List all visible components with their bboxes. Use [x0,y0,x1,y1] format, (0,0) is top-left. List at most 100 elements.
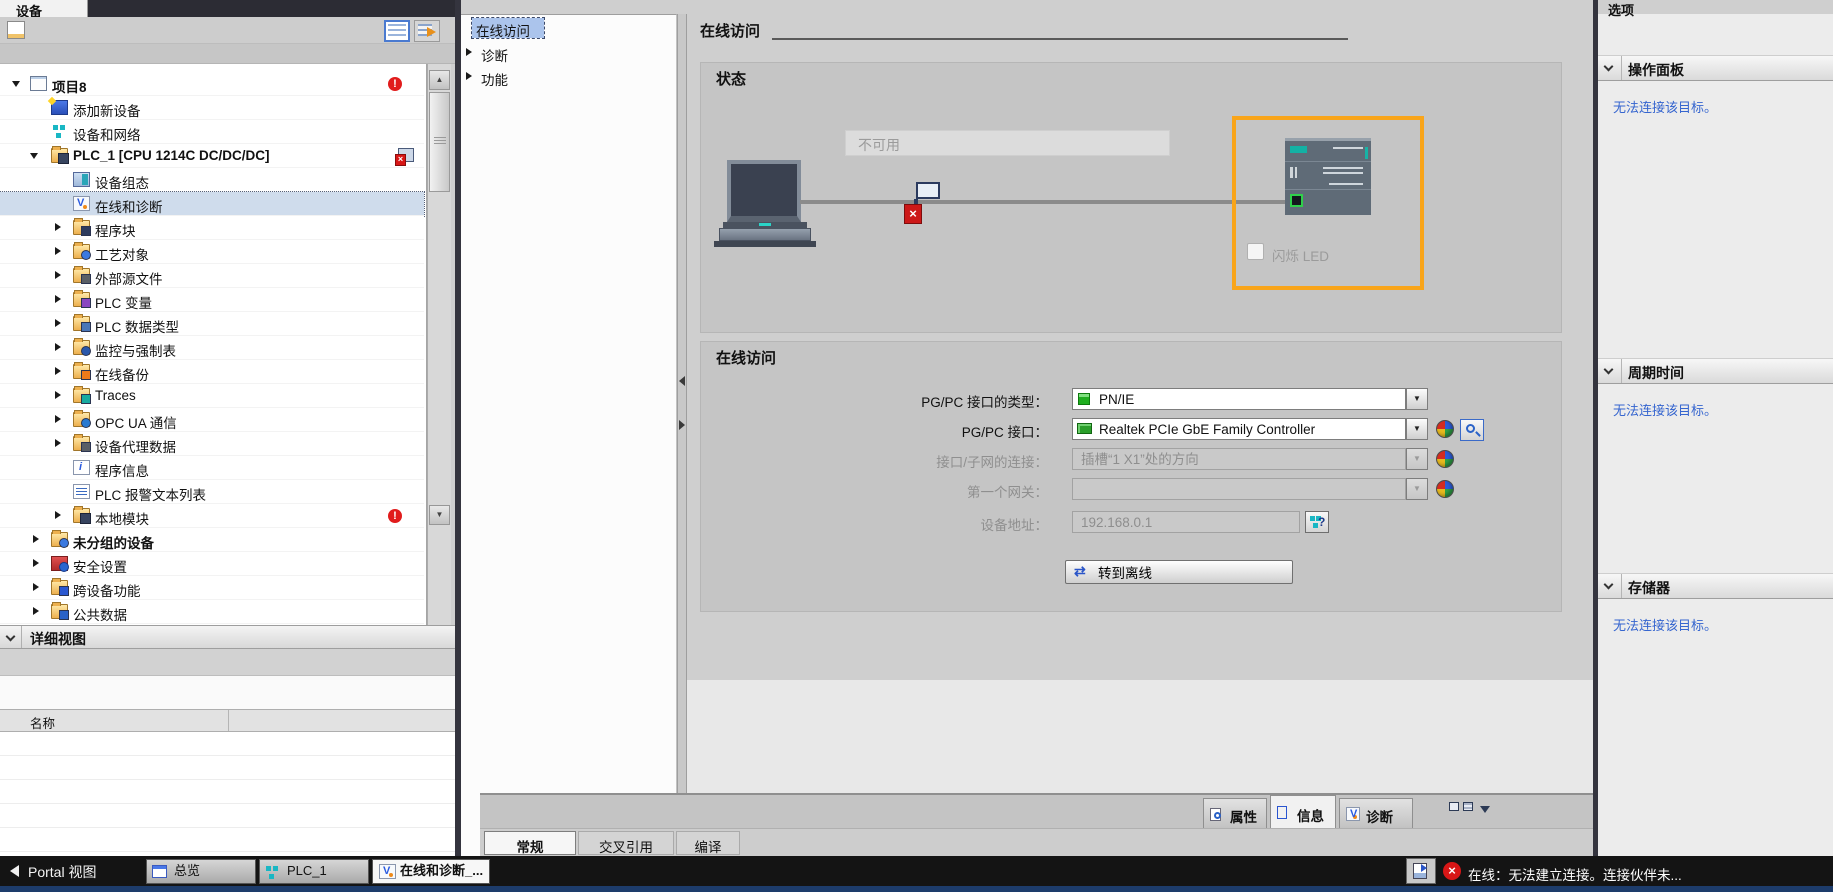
tree-item-watch-tables[interactable]: 监控与强制表 [0,336,424,360]
panel-menu-chevron-icon[interactable] [1480,806,1490,813]
gateway-dropdown-button: ▼ [1406,478,1428,500]
new-document-icon[interactable] [7,21,25,39]
flash-led-checkbox[interactable] [1247,243,1264,260]
scroll-down-button[interactable]: ▼ [429,505,450,525]
expand-right-icon[interactable] [55,367,61,375]
nav-item-diagnostics[interactable]: 诊断 [481,45,508,65]
expand-right-icon[interactable] [33,607,39,615]
collapse-chevron-icon[interactable] [1598,574,1622,598]
editor-button-plc1[interactable]: PLC_1 [259,859,369,884]
accessible-nodes-icon[interactable] [1436,450,1454,468]
expand-right-icon[interactable] [55,271,61,279]
tab-properties[interactable]: 属性 [1203,798,1267,828]
float-panel-icon[interactable] [1449,802,1459,811]
tree-item-alarm-text-lists[interactable]: PLC 报警文本列表 [0,480,424,504]
collapse-chevron-icon[interactable] [1598,359,1622,383]
network-node-icon [916,182,940,199]
accessible-devices-button[interactable]: ? [1305,511,1329,533]
expand-right-icon[interactable] [33,535,39,543]
portal-back-icon[interactable] [10,865,19,877]
table-view-toggle-button[interactable] [384,20,410,42]
nav-item-online-access[interactable]: 在线访问 [472,18,544,38]
go-offline-button[interactable]: ⇄转到离线 [1065,560,1293,584]
section-memory[interactable]: 存储器 [1598,573,1833,599]
expand-right-icon[interactable] [55,343,61,351]
subtab-cross-references[interactable]: 交叉引用 [578,831,674,855]
tab-devices[interactable]: 设备 [0,0,88,17]
expand-right-icon[interactable] [55,415,61,423]
interface-type-dropdown-button[interactable]: ▼ [1406,388,1428,410]
expand-right-icon[interactable] [466,48,472,56]
tree-item-plc-data-types[interactable]: PLC 数据类型 [0,312,424,336]
interface-dropdown-button[interactable]: ▼ [1406,418,1428,440]
section-cycle-time[interactable]: 周期时间 [1598,358,1833,384]
splitter[interactable] [677,14,687,793]
expand-right-icon[interactable] [679,420,685,430]
tree-item-ungrouped-devices[interactable]: 未分组的设备 [0,528,424,552]
status-panel [700,62,1562,333]
tree-item-external-sources[interactable]: 外部源文件 [0,264,424,288]
collapse-chevron-icon[interactable] [1598,56,1622,80]
watch-tables-icon [73,340,90,355]
network-icon [51,124,68,139]
editor-button-overview[interactable]: 总览 [146,859,256,884]
tree-item-devices-networks[interactable]: 设备和网络 [0,120,424,144]
expand-right-icon[interactable] [466,72,472,80]
expand-right-icon[interactable] [55,223,61,231]
tree-item-plc-tags[interactable]: PLC 变量 [0,288,424,312]
tree-item-tech-objects[interactable]: 工艺对象 [0,240,424,264]
tree-item-opc-ua[interactable]: OPC UA 通信 [0,408,424,432]
tab-info[interactable]: 信息 [1270,795,1336,828]
section-operator-panel[interactable]: 操作面板 [1598,55,1833,81]
scroll-up-button[interactable]: ▲ [429,70,450,90]
panel-list-icon[interactable] [1463,802,1473,811]
subnet-dropdown-button: ▼ [1406,448,1428,470]
tree-item-cross-device[interactable]: 跨设备功能 [0,576,424,600]
details-view-header[interactable]: 详细视图 [0,625,455,649]
tree-item-project[interactable]: 项目8! [0,72,424,96]
expand-right-icon[interactable] [55,295,61,303]
expand-right-icon[interactable] [55,319,61,327]
search-interface-button[interactable] [1460,419,1484,441]
accessible-nodes-icon[interactable] [1436,420,1454,438]
external-sources-icon [73,268,90,283]
subtab-compile[interactable]: 编译 [676,831,740,855]
pgpc-interface-label: PG/PC 接口： [708,421,1048,441]
tree-item-add-device[interactable]: 添加新设备 [0,96,424,120]
tree-item-online-diagnostics[interactable]: 在线和诊断 [0,192,424,216]
nav-item-functions[interactable]: 功能 [481,69,508,89]
connection-error-icon: × [904,204,922,224]
tree-item-local-modules[interactable]: 本地模块! [0,504,424,528]
column-divider[interactable] [228,710,229,731]
tree-item-traces[interactable]: Traces [0,384,424,408]
expand-right-icon[interactable] [55,511,61,519]
scrollbar-thumb[interactable] [429,92,450,192]
expand-down-icon[interactable] [12,81,20,87]
expand-right-icon[interactable] [33,559,39,567]
collapse-left-icon[interactable] [679,376,685,386]
portal-view-link[interactable]: Portal 视图 [28,862,96,882]
collapse-chevron-icon[interactable] [0,626,22,648]
subtab-general[interactable]: 常规 [484,831,576,855]
tree-item-program-info[interactable]: 程序信息 [0,456,424,480]
expand-right-icon[interactable] [55,247,61,255]
expand-right-icon[interactable] [33,583,39,591]
tree-item-plc1[interactable]: PLC_1 [CPU 1214C DC/DC/DC] [0,144,424,168]
tree-item-device-config[interactable]: 设备组态 [0,168,424,192]
tree-item-program-blocks[interactable]: 程序块 [0,216,424,240]
status-detail-button[interactable] [1406,858,1436,884]
tree-item-common-data[interactable]: 公共数据 [0,600,424,624]
expand-down-icon[interactable] [30,153,38,159]
pgpc-interface-select[interactable]: Realtek PCIe GbE Family Controller [1072,418,1406,440]
expand-right-icon[interactable] [55,439,61,447]
tree-item-online-backups[interactable]: 在线备份 [0,360,424,384]
expand-right-icon[interactable] [55,391,61,399]
tab-diagnostics[interactable]: 诊断 [1339,798,1413,828]
pgpc-interface-type-select[interactable]: PN/IE [1072,388,1406,410]
editor-button-online-diagnostics[interactable]: 在线和诊断_... [372,859,490,884]
details-view-column-header[interactable]: 名称 [0,709,455,732]
tree-item-device-proxy[interactable]: 设备代理数据 [0,432,424,456]
accessible-nodes-icon[interactable] [1436,480,1454,498]
tree-item-security-settings[interactable]: 安全设置 [0,552,424,576]
export-table-button[interactable] [414,20,440,42]
